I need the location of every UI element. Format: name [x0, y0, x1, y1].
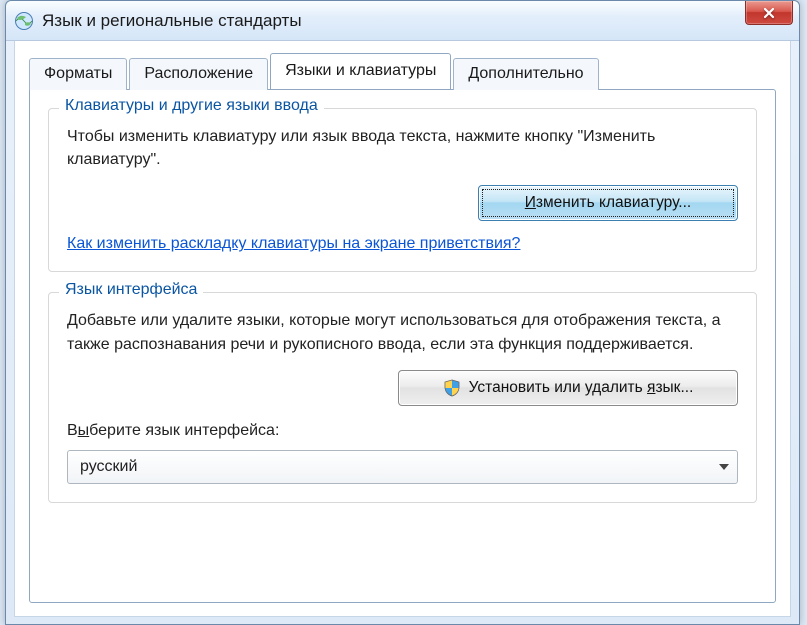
- group-keyboards: Клавиатуры и другие языки ввода Чтобы из…: [48, 108, 757, 272]
- group-display-language-title: Язык интерфейса: [59, 281, 203, 299]
- tab-keyboards-languages[interactable]: Языки и клавиатуры: [270, 53, 451, 89]
- close-button[interactable]: [745, 1, 793, 25]
- group-keyboards-title: Клавиатуры и другие языки ввода: [59, 97, 324, 115]
- button-label: Установить или удалить язык...: [469, 379, 694, 397]
- tab-additional[interactable]: Дополнительно: [453, 58, 598, 90]
- close-icon: [763, 7, 775, 19]
- welcome-screen-layout-link[interactable]: Как изменить раскладку клавиатуры на экр…: [67, 235, 520, 253]
- globe-icon: [14, 11, 34, 31]
- group-display-language: Язык интерфейса Добавьте или удалите язы…: [48, 292, 757, 502]
- select-language-label: Выберите язык интерфейса:: [67, 422, 738, 440]
- titlebar[interactable]: Язык и региональные стандарты: [6, 1, 799, 41]
- group-display-language-text: Добавьте или удалите языки, которые могу…: [67, 309, 738, 355]
- display-language-combo[interactable]: русский: [67, 450, 738, 484]
- install-uninstall-language-button[interactable]: Установить или удалить язык...: [398, 370, 738, 406]
- button-label: Изменить клавиатуру...: [525, 194, 691, 212]
- chevron-down-icon: [719, 464, 729, 470]
- client-area: Форматы Расположение Языки и клавиатуры …: [14, 41, 791, 617]
- group-keyboards-text: Чтобы изменить клавиатуру или язык ввода…: [67, 125, 738, 171]
- tab-panel: Клавиатуры и другие языки ввода Чтобы из…: [29, 89, 776, 603]
- shield-icon: [443, 379, 461, 397]
- tab-location[interactable]: Расположение: [129, 58, 268, 90]
- tab-formats[interactable]: Форматы: [29, 58, 127, 90]
- window-title: Язык и региональные стандарты: [42, 11, 302, 31]
- combo-value: русский: [80, 458, 137, 476]
- tabstrip: Форматы Расположение Языки и клавиатуры …: [29, 53, 776, 89]
- dialog-window: Язык и региональные стандарты Форматы Ра…: [5, 0, 800, 625]
- change-keyboard-button[interactable]: Изменить клавиатуру...: [478, 185, 738, 221]
